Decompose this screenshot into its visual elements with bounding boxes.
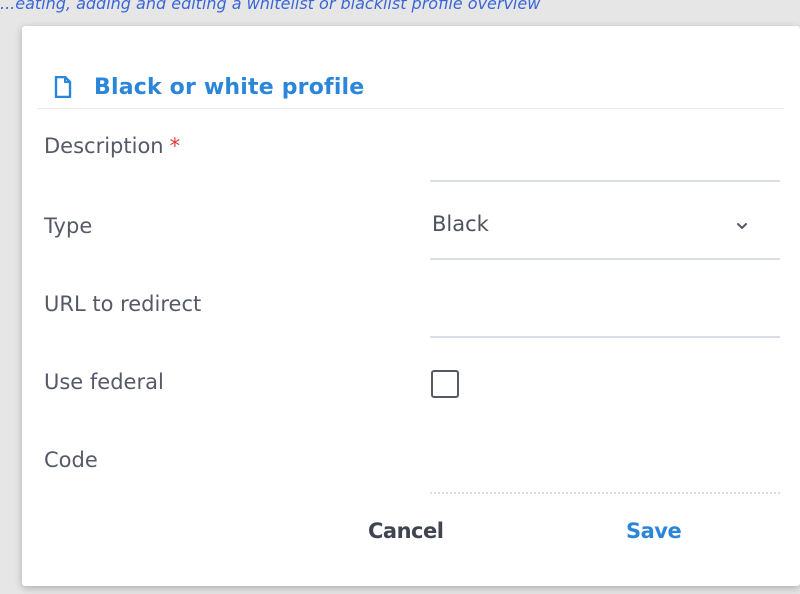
description-label: Description * (44, 134, 180, 158)
code-label: Code (44, 448, 98, 472)
cancel-button[interactable]: Cancel (368, 514, 444, 548)
required-mark: * (169, 134, 181, 158)
save-button[interactable]: Save (626, 514, 682, 548)
profile-dialog: Black or white profile Description * Type… (22, 26, 800, 586)
type-select-value: Black (432, 212, 489, 236)
code-field[interactable] (430, 492, 780, 494)
type-select-underline (430, 258, 780, 260)
background-text: ...eating, adding and editing a whitelis… (0, 0, 541, 13)
dialog-title: Black or white profile (94, 74, 365, 100)
dialog-header: Black or white profile (38, 66, 784, 109)
description-field[interactable] (430, 180, 780, 182)
document-icon (54, 75, 72, 99)
federal-label: Use federal (44, 370, 164, 394)
description-label-text: Description (44, 134, 164, 158)
url-label: URL to redirect (44, 292, 202, 316)
chevron-down-icon[interactable] (734, 218, 750, 234)
url-field[interactable] (430, 336, 780, 338)
use-federal-checkbox[interactable] (431, 370, 459, 398)
type-label: Type (44, 214, 93, 238)
